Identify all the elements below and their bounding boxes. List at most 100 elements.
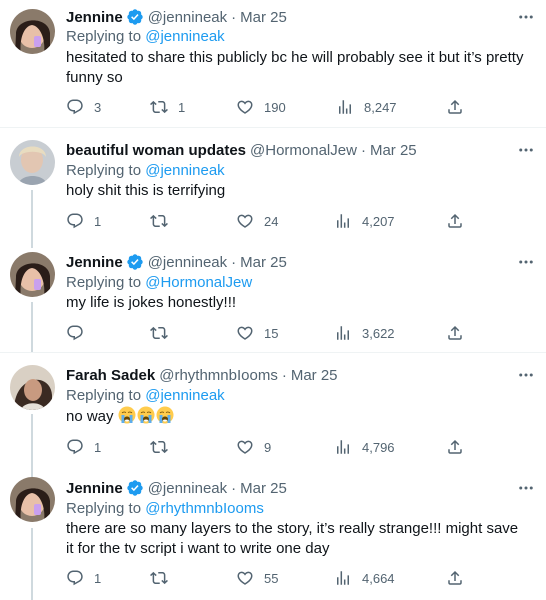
- retweet-button[interactable]: [150, 211, 178, 231]
- avatar[interactable]: [10, 365, 55, 410]
- handle[interactable]: @jennineak: [148, 254, 227, 271]
- replying-label: Replying to: [66, 162, 142, 179]
- more-icon[interactable]: [516, 365, 536, 385]
- reply-button[interactable]: 1: [66, 568, 101, 588]
- handle[interactable]: @HormonalJew: [250, 142, 357, 159]
- views-count: 3,622: [362, 325, 395, 341]
- tweet[interactable]: Jennine @jennineak · Mar 25 Replying to …: [0, 0, 546, 127]
- tweet-actions: 1 55 4,664: [66, 568, 466, 588]
- separator-dot: ·: [281, 366, 287, 384]
- reply-count: 1: [94, 570, 102, 586]
- reply-button[interactable]: 1: [66, 437, 101, 457]
- views-button[interactable]: 8,247: [336, 97, 397, 117]
- replying-mention[interactable]: @jennineak: [145, 162, 224, 179]
- avatar[interactable]: [10, 252, 55, 297]
- replying-to: Replying to @jennineak: [66, 162, 225, 179]
- share-button[interactable]: [446, 323, 464, 343]
- tweet-text: hesitated to share this publicly bc he w…: [66, 49, 524, 86]
- display-name[interactable]: Jennine: [66, 254, 123, 271]
- views-button[interactable]: 4,664: [334, 568, 395, 588]
- handle[interactable]: @rhythmnbIooms: [159, 367, 278, 384]
- replying-to: Replying to @jennineak: [66, 387, 225, 404]
- replying-label: Replying to: [66, 274, 142, 291]
- replying-label: Replying to: [66, 500, 142, 517]
- more-icon[interactable]: [516, 478, 536, 498]
- display-name[interactable]: Jennine: [66, 9, 123, 26]
- verified-badge-icon: [126, 253, 144, 271]
- more-icon[interactable]: [516, 140, 536, 160]
- views-button[interactable]: 3,622: [334, 323, 395, 343]
- share-button[interactable]: [446, 211, 464, 231]
- loudly-crying-face-icon: [118, 406, 136, 424]
- like-button[interactable]: 15: [236, 323, 278, 343]
- display-name[interactable]: beautiful woman updates: [66, 142, 246, 159]
- replying-mention[interactable]: @HormonalJew: [145, 274, 252, 291]
- tweet[interactable]: beautiful woman updates @HormonalJew · M…: [0, 128, 546, 240]
- reply-button[interactable]: 3: [66, 97, 101, 117]
- separator-dot: ·: [360, 141, 366, 159]
- timestamp[interactable]: Mar 25: [370, 142, 417, 159]
- avatar[interactable]: [10, 477, 55, 522]
- separator-dot: ·: [231, 253, 237, 271]
- reply-count: 1: [94, 439, 102, 455]
- views-button[interactable]: 4,207: [334, 211, 395, 231]
- like-count: 24: [264, 213, 279, 229]
- tweet[interactable]: Farah Sadek @rhythmnbIooms · Mar 25 Repl…: [0, 353, 546, 465]
- share-button[interactable]: [446, 437, 464, 457]
- tweet-header: Jennine @jennineak · Mar 25: [66, 7, 287, 27]
- timestamp[interactable]: Mar 25: [291, 367, 338, 384]
- replying-to: Replying to @jennineak: [66, 28, 225, 45]
- retweet-button[interactable]: [150, 323, 178, 343]
- like-button[interactable]: 190: [236, 97, 286, 117]
- timestamp[interactable]: Mar 25: [240, 9, 287, 26]
- share-button[interactable]: [446, 97, 464, 117]
- display-name[interactable]: Farah Sadek: [66, 367, 155, 384]
- replying-mention[interactable]: @jennineak: [145, 28, 224, 45]
- tweet-header: Farah Sadek @rhythmnbIooms · Mar 25: [66, 365, 338, 385]
- tweet-text-content: no way: [66, 408, 114, 425]
- handle[interactable]: @jennineak: [148, 9, 227, 26]
- like-button[interactable]: 24: [236, 211, 278, 231]
- tweet-header: beautiful woman updates @HormonalJew · M…: [66, 140, 417, 160]
- tweet-actions: 1 9 4,796: [66, 437, 466, 457]
- reply-button[interactable]: [66, 323, 94, 343]
- more-icon[interactable]: [516, 7, 536, 27]
- handle[interactable]: @jennineak: [148, 480, 227, 497]
- views-button[interactable]: 4,796: [334, 437, 395, 457]
- verified-badge-icon: [126, 8, 144, 26]
- replying-mention[interactable]: @rhythmnbIooms: [145, 500, 264, 517]
- tweet-text: no way: [66, 406, 526, 427]
- retweet-button[interactable]: [150, 568, 178, 588]
- tweet-actions: 15 3,622: [66, 323, 466, 343]
- views-count: 4,207: [362, 213, 395, 229]
- separator-dot: ·: [231, 8, 237, 26]
- like-button[interactable]: 9: [236, 437, 271, 457]
- avatar[interactable]: [10, 9, 55, 54]
- retweet-count: 1: [178, 99, 186, 115]
- tweet-text: holy shit this is terrifying: [66, 182, 226, 199]
- reply-count: 3: [94, 99, 102, 115]
- replying-mention[interactable]: @jennineak: [145, 387, 224, 404]
- separator-dot: ·: [231, 479, 237, 497]
- retweet-button[interactable]: [150, 437, 178, 457]
- more-icon[interactable]: [516, 252, 536, 272]
- timestamp[interactable]: Mar 25: [240, 480, 287, 497]
- avatar[interactable]: [10, 140, 55, 185]
- tweet-text: my life is jokes honestly!!!: [66, 294, 237, 311]
- tweet[interactable]: Jennine @jennineak · Mar 25 Replying to …: [0, 465, 546, 600]
- replying-label: Replying to: [66, 387, 142, 404]
- reply-count: 1: [94, 213, 102, 229]
- reply-button[interactable]: 1: [66, 211, 101, 231]
- tweet[interactable]: Jennine @jennineak · Mar 25 Replying to …: [0, 240, 546, 352]
- tweet-text: there are so many layers to the story, i…: [66, 520, 519, 557]
- share-button[interactable]: [446, 568, 464, 588]
- views-count: 4,664: [362, 570, 395, 586]
- like-count: 9: [264, 439, 272, 455]
- display-name[interactable]: Jennine: [66, 480, 123, 497]
- replying-to: Replying to @HormonalJew: [66, 274, 252, 291]
- retweet-button[interactable]: 1: [150, 97, 185, 117]
- emoji-group: [118, 408, 175, 425]
- like-button[interactable]: 55: [236, 568, 278, 588]
- timestamp[interactable]: Mar 25: [240, 254, 287, 271]
- replying-label: Replying to: [66, 28, 142, 45]
